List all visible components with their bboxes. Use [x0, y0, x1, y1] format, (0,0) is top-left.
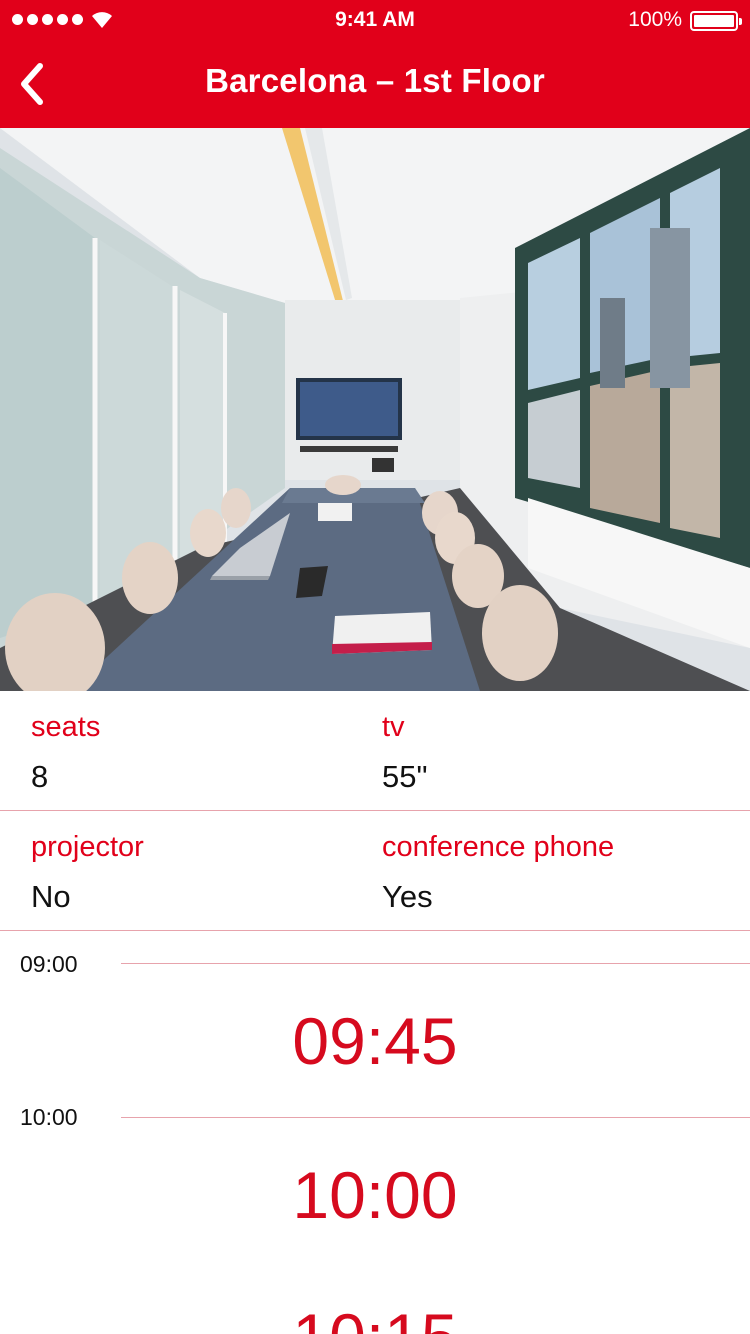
- room-photo: [0, 128, 750, 691]
- time-slot[interactable]: 10:00: [0, 1157, 750, 1233]
- page-title: Barcelona – 1st Floor: [205, 62, 545, 99]
- hour-label: 09:00: [20, 951, 78, 977]
- detail-value: Yes: [382, 879, 433, 914]
- booking-timeline[interactable]: 09:00 09:45 10:00 10:00 10:15: [0, 931, 750, 1334]
- detail-value: No: [31, 879, 71, 914]
- battery-icon: [690, 11, 742, 31]
- room-details: seats 8 tv 55" projector No conference p…: [0, 691, 750, 931]
- navigation-bar: Barcelona – 1st Floor: [0, 40, 750, 128]
- detail-label: projector: [31, 831, 144, 863]
- time-slot[interactable]: 10:15: [0, 1299, 750, 1334]
- hour-divider: [121, 963, 750, 964]
- detail-label: seats: [31, 711, 101, 743]
- details-row: seats 8 tv 55": [0, 691, 750, 811]
- detail-label: tv: [382, 711, 405, 743]
- detail-label: conference phone: [382, 831, 615, 863]
- battery-percentage: 100%: [628, 8, 682, 31]
- details-row: projector No conference phone Yes: [0, 811, 750, 931]
- hour-label: 10:00: [20, 1104, 78, 1130]
- top-bar: 9:41 AM 100% Barcelona – 1st Floor: [0, 0, 750, 128]
- status-bar: 9:41 AM 100%: [0, 0, 750, 40]
- hour-divider: [121, 1117, 750, 1118]
- detail-value: 55": [382, 759, 428, 794]
- time-slot[interactable]: 09:45: [0, 1003, 750, 1079]
- detail-value: 8: [31, 759, 49, 794]
